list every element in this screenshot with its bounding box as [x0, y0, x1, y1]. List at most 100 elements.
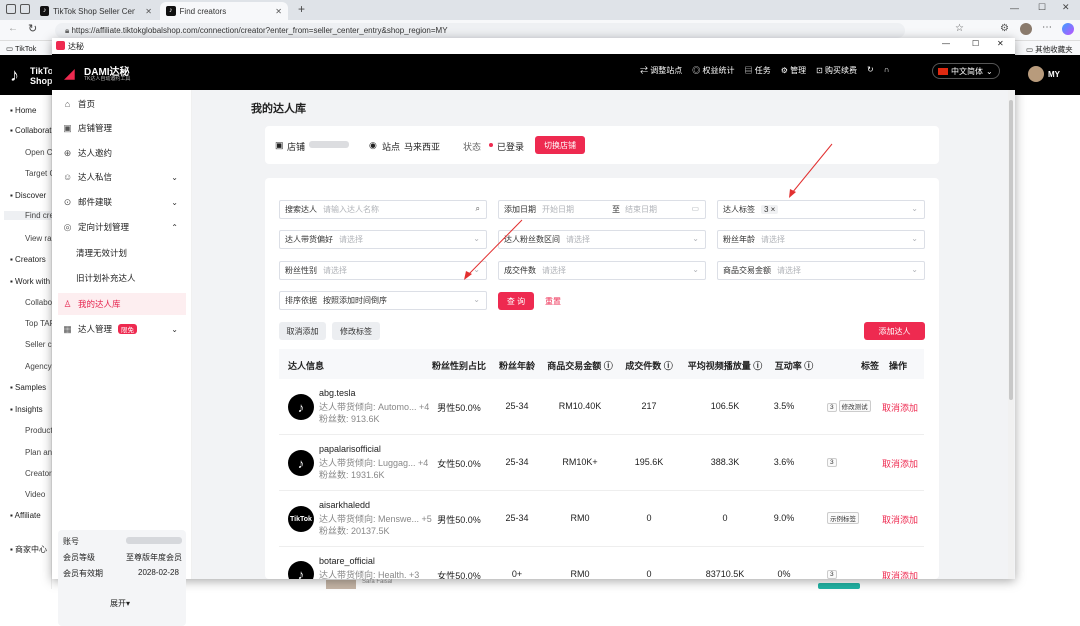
dami-sidebar: ⌂ 首页 ▣ 店铺管理 ⊕ 达人邀约 ☺ 达人私信 ⌄ ⊙ 邮件建联 ⌄ ◎ 定向计划管理 ⌃ 清… [52, 90, 192, 626]
close-tab-icon[interactable]: ✕ [275, 7, 282, 16]
account-value-blurred [126, 537, 182, 544]
account-panel: 账号 会员等级 至尊版年度会员 会员有效期 2028-02-28 展开▾ [58, 530, 186, 626]
level-value: 至尊版年度会员 [126, 553, 182, 562]
bg-footer-name: Sara Faisal [362, 579, 393, 585]
nav-purchase[interactable]: ⊡ 购买续费 [816, 65, 857, 76]
nav-tasks[interactable]: ▤ 任务 [744, 65, 770, 76]
maximize-window-icon[interactable]: ☐ [1038, 2, 1046, 13]
window-maximize-icon[interactable]: ☐ [972, 39, 979, 48]
annotation-arrows [464, 143, 833, 280]
window-scrollbar[interactable] [1008, 90, 1014, 579]
brand-name: TikTok Shop [30, 66, 52, 86]
dami-header: ◢ DAMI达秘 TK达人自动邀约工具 ⇄ 调整站点 ◎ 权益统计 ▤ 任务 ⚙… [52, 54, 1015, 90]
folder-icon: ▭ [1026, 45, 1036, 54]
tiktok-favicon-icon: ♪ [40, 6, 50, 16]
scrollbar-thumb[interactable] [1009, 100, 1013, 400]
refresh-icon[interactable]: ↻ [867, 65, 874, 76]
annotation-arrow-sort [467, 219, 523, 276]
annotation-arrow-tag [791, 143, 833, 194]
menu-home[interactable]: ⌂ 首页 [58, 93, 186, 115]
folder-icon: ▭ [6, 44, 16, 53]
nav-stats[interactable]: ◎ 权益统计 [692, 65, 734, 76]
copilot-icon[interactable] [1062, 23, 1074, 35]
bg-menu-item[interactable]: ▪ Affiliate [10, 511, 52, 520]
store-icon: ▣ [63, 122, 72, 133]
tiktok-sidebar: ▪ Home▪ CollaborationsOpen Collaboration… [0, 95, 67, 589]
menu-invite[interactable]: ⊕ 达人邀约 [58, 142, 186, 164]
gear-icon: ⚙ [780, 66, 791, 75]
bg-menu-item[interactable]: ▪ Home [10, 106, 52, 115]
user-icon: ♙ [63, 298, 72, 309]
menu-old-plan[interactable]: 旧计划补充达人 [58, 267, 186, 289]
dami-window-icon [56, 41, 65, 50]
back-icon[interactable]: ← [8, 23, 18, 34]
china-flag-icon [938, 67, 948, 75]
bg-menu-item[interactable]: ▪ Insights [10, 405, 52, 414]
annotation-arrowhead-tag [789, 189, 796, 198]
more-menu-icon[interactable]: ⋯ [1042, 22, 1052, 33]
account-label: 账号 [63, 537, 79, 546]
menu-my-creators[interactable]: ♙ 我的达人库 [58, 293, 186, 315]
bookmark-other[interactable]: ▭ 其他收藏夹 [1026, 44, 1073, 55]
region-label: MY [1048, 70, 1060, 79]
switch-icon: ⇄ [640, 66, 651, 75]
chevron-down-icon: ⌄ [171, 197, 178, 207]
tab-actions-icon[interactable] [6, 4, 16, 14]
url-input[interactable]: 🔒︎ https://affiliate.tiktokglobalshop.co… [55, 23, 905, 38]
nav-manage[interactable]: ⚙ 管理 [781, 65, 806, 76]
top-nav: ⇄ 调整站点 ◎ 权益统计 ▤ 任务 ⚙ 管理 ⊡ 购买续费 ↻ ∩ [640, 65, 890, 76]
mail-icon: ⊙ [63, 196, 72, 207]
nav-switch-site[interactable]: ⇄ 调整站点 [640, 65, 682, 76]
dami-brand-sub: TK达人自动邀约工具 [84, 76, 131, 82]
menu-message[interactable]: ☺ 达人私信 ⌄ [58, 166, 186, 188]
bg-menu-item[interactable]: ▪ Samples [10, 383, 52, 392]
free-badge: 限免 [118, 324, 138, 334]
chevron-up-icon: ⌃ [171, 222, 178, 232]
browser-tab-seller-center[interactable]: ♪ TikTok Shop Seller Center | Cross ✕ [34, 2, 158, 20]
invite-icon: ⊕ [63, 147, 72, 158]
bg-menu-item[interactable]: ▪ Work with [10, 277, 52, 286]
browser-tab-find-creators[interactable]: ♪ Find creators ✕ [160, 2, 288, 20]
bg-menu-item[interactable]: ▪ Discover [10, 191, 52, 200]
headset-icon[interactable]: ∩ [884, 65, 890, 76]
new-tab-icon[interactable]: + [298, 2, 305, 16]
bg-menu-item[interactable]: ▪ 商家中心 [10, 544, 52, 555]
user-avatar[interactable] [1028, 66, 1044, 82]
extensions-icon[interactable]: ⚙ [1000, 23, 1009, 34]
bg-footer-button[interactable] [818, 583, 860, 589]
cart-icon: ⊡ [816, 66, 826, 75]
workspaces-icon[interactable] [20, 4, 30, 14]
window-close-icon[interactable]: ✕ [997, 39, 1004, 48]
chevron-down-icon: ⌄ [171, 324, 178, 334]
expire-value: 2028-02-28 [138, 568, 179, 577]
chevron-down-icon: ⌄ [171, 172, 178, 182]
bookmark-tiktok[interactable]: ▭ TikTok [6, 44, 36, 53]
level-label: 会员等级 [63, 553, 95, 562]
home-icon: ⌂ [64, 99, 71, 109]
bg-menu-item[interactable]: ▪ Creators [10, 255, 52, 264]
favorite-star-icon[interactable]: ☆ [955, 23, 964, 34]
close-tab-icon[interactable]: ✕ [145, 7, 152, 16]
language-select[interactable]: 中文简体 ⌄ [932, 63, 1000, 79]
refresh-icon[interactable]: ↻ [28, 22, 37, 35]
expire-label: 会员有效期 [63, 569, 103, 578]
bg-menu-item[interactable]: Find creators [4, 211, 52, 220]
message-icon: ☺ [63, 172, 73, 182]
menu-creator-manage[interactable]: ▦ 达人管理 限免 ⌄ [58, 318, 186, 340]
stats-icon: ◎ [692, 66, 703, 75]
close-window-icon[interactable]: ✕ [1062, 2, 1070, 13]
menu-store[interactable]: ▣ 店铺管理 [58, 117, 186, 139]
chevron-down-icon: ⌄ [986, 66, 993, 76]
minimize-window-icon[interactable]: — [1010, 3, 1019, 13]
menu-clean-plan[interactable]: 清理无效计划 [58, 242, 186, 264]
bg-menu-item[interactable]: ▪ Collaborations [10, 126, 52, 135]
menu-mail[interactable]: ⊙ 邮件建联 ⌄ [58, 191, 186, 213]
menu-target-plan[interactable]: ◎ 定向计划管理 ⌃ [58, 216, 186, 238]
expand-button[interactable]: 展开▾ [110, 598, 130, 609]
window-titlebar: 达秘 — ☐ ✕ [52, 38, 1015, 54]
tiktok-favicon-icon: ♪ [166, 6, 176, 16]
window-minimize-icon[interactable]: — [942, 39, 950, 48]
grid-icon: ▦ [63, 323, 72, 334]
dami-app-window: 达秘 — ☐ ✕ ◢ DAMI达秘 TK达人自动邀约工具 ⇄ 调整站点 ◎ 权益… [52, 38, 1015, 626]
profile-avatar[interactable] [1020, 23, 1032, 35]
